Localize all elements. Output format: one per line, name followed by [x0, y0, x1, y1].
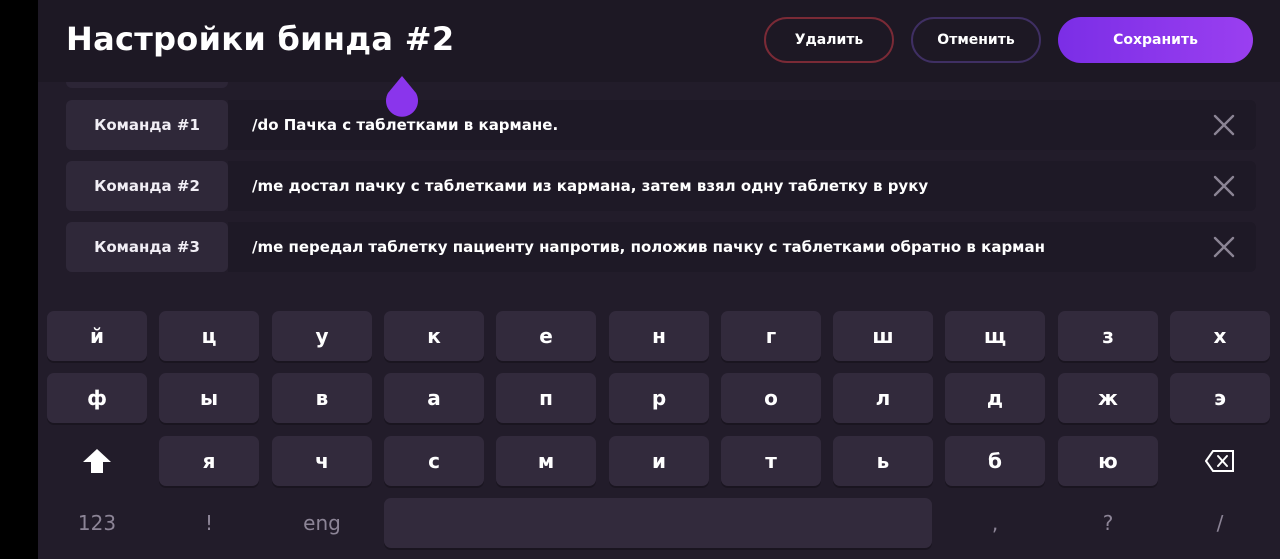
key-й[interactable]: й [47, 311, 147, 361]
command-label-3: Команда #3 [66, 222, 228, 272]
key-и[interactable]: и [609, 436, 709, 486]
cancel-button[interactable]: Отменить [911, 17, 1041, 63]
key-п[interactable]: п [496, 373, 596, 423]
page-title: Настройки бинда #2 [66, 20, 455, 58]
space-key[interactable] [384, 498, 932, 548]
key-г[interactable]: г [721, 311, 821, 361]
key-ш[interactable]: ш [833, 311, 933, 361]
command-list[interactable]: Команда #1 /do Пачка с таблетками в карм… [66, 82, 1256, 282]
key-с[interactable]: с [384, 436, 484, 486]
command-input-2[interactable]: /me достал пачку с таблетками из кармана… [228, 161, 1256, 211]
shift-key[interactable] [47, 436, 147, 486]
bind-settings-screen: Настройки бинда #2 Удалить Отменить Сохр… [38, 0, 1280, 559]
on-screen-keyboard: й ц у к е н г ш щ з х ф ы в а п р о л д ж э я ч с м и т ь б ю 123! eng,?… [38, 300, 1280, 559]
command-input-1[interactable]: /do Пачка с таблетками в кармане. [228, 100, 1256, 150]
backspace-key[interactable] [1170, 436, 1270, 486]
key-к[interactable]: к [384, 311, 484, 361]
key-щ[interactable]: щ [945, 311, 1045, 361]
key-х[interactable]: х [1170, 311, 1270, 361]
key-р[interactable]: р [609, 373, 709, 423]
delete-button[interactable]: Удалить [764, 17, 894, 63]
key-ь[interactable]: ь [833, 436, 933, 486]
command-row-2: Команда #2 /me достал пачку с таблетками… [66, 161, 1256, 211]
numbers-key[interactable]: 123 [47, 498, 147, 548]
key-э[interactable]: э [1170, 373, 1270, 423]
text-cursor-handle-icon[interactable] [385, 76, 419, 118]
key-т[interactable]: т [721, 436, 821, 486]
close-icon[interactable] [1212, 235, 1236, 259]
key-м[interactable]: м [496, 436, 596, 486]
command-label-1: Команда #1 [66, 100, 228, 150]
key-question[interactable]: ? [1058, 498, 1158, 548]
command-text-2: /me достал пачку с таблетками из кармана… [252, 177, 929, 195]
key-ф[interactable]: ф [47, 373, 147, 423]
key-ц[interactable]: ц [159, 311, 259, 361]
command-row-1: Команда #1 /do Пачка с таблетками в карм… [66, 100, 1256, 150]
key-ю[interactable]: ю [1058, 436, 1158, 486]
key-л[interactable]: л [833, 373, 933, 423]
key-у[interactable]: у [272, 311, 372, 361]
command-input-3[interactable]: /me передал таблетку пациенту напротив, … [228, 222, 1256, 272]
key-exclamation[interactable]: ! [159, 498, 259, 548]
key-н[interactable]: н [609, 311, 709, 361]
command-row-3: Команда #3 /me передал таблетку пациенту… [66, 222, 1256, 272]
key-slash[interactable]: / [1170, 498, 1270, 548]
key-ж[interactable]: ж [1058, 373, 1158, 423]
save-button[interactable]: Сохранить [1058, 17, 1253, 63]
key-в[interactable]: в [272, 373, 372, 423]
close-icon[interactable] [1212, 174, 1236, 198]
key-я[interactable]: я [159, 436, 259, 486]
close-icon[interactable] [1212, 113, 1236, 137]
key-з[interactable]: з [1058, 311, 1158, 361]
command-text-3: /me передал таблетку пациенту напротив, … [252, 238, 1045, 256]
key-ч[interactable]: ч [272, 436, 372, 486]
key-ы[interactable]: ы [159, 373, 259, 423]
previous-row-edge [66, 82, 228, 88]
backspace-icon [1205, 450, 1234, 472]
language-key[interactable]: eng [272, 498, 372, 548]
header: Настройки бинда #2 Удалить Отменить Сохр… [38, 0, 1280, 82]
key-е[interactable]: е [496, 311, 596, 361]
key-б[interactable]: б [945, 436, 1045, 486]
key-comma[interactable]: , [945, 498, 1045, 548]
key-а[interactable]: а [384, 373, 484, 423]
command-label-2: Команда #2 [66, 161, 228, 211]
shift-icon [83, 449, 111, 473]
key-о[interactable]: о [721, 373, 821, 423]
key-д[interactable]: д [945, 373, 1045, 423]
